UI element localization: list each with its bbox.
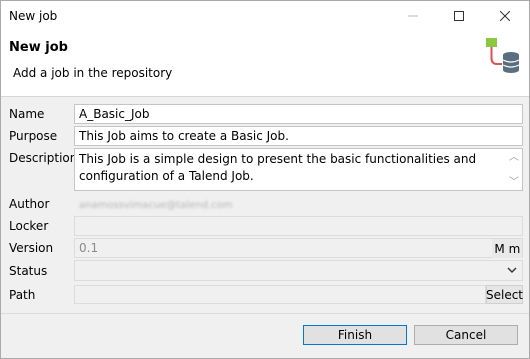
name-field[interactable]: A_Basic_Job <box>74 104 523 124</box>
author-label: Author <box>9 197 50 211</box>
path-field <box>74 285 486 304</box>
author-value: anamossvimacue@talend.com <box>79 200 233 211</box>
scroll-down-icon[interactable]: ﹀ <box>508 176 520 188</box>
version-field: 0.1 M m <box>74 238 523 258</box>
locker-label: Locker <box>9 219 49 233</box>
select-path-button[interactable]: Select <box>486 285 523 304</box>
purpose-value: This Job aims to create a Basic Job. <box>79 129 289 143</box>
description-value: This Job is a simple design to present t… <box>79 152 477 183</box>
description-textarea[interactable]: This Job is a simple design to present t… <box>74 148 523 191</box>
title-bar: New job <box>1 1 529 31</box>
chevron-down-icon[interactable] <box>505 263 519 277</box>
purpose-label: Purpose <box>9 129 58 143</box>
description-label: Description <box>9 151 78 165</box>
minimize-button[interactable] <box>390 1 436 31</box>
window-title: New job <box>9 9 58 23</box>
close-icon <box>500 11 510 21</box>
maximize-icon <box>454 11 464 21</box>
scroll-up-icon[interactable]: ︿ <box>508 151 520 163</box>
close-button[interactable] <box>482 1 528 31</box>
status-select[interactable] <box>74 260 523 281</box>
name-label: Name <box>9 107 45 121</box>
job-repository-icon <box>486 38 520 73</box>
finish-button[interactable]: Finish <box>303 325 407 345</box>
name-value: A_Basic_Job <box>79 107 150 121</box>
header-description: Add a job in the repository <box>13 66 173 80</box>
maximize-button[interactable] <box>436 1 482 31</box>
version-value: 0.1 <box>79 241 99 255</box>
status-label: Status <box>9 264 48 278</box>
version-label: Version <box>9 241 54 255</box>
purpose-field[interactable]: This Job aims to create a Basic Job. <box>74 126 523 146</box>
new-job-dialog: New job New job Add a job in the reposit… <box>0 0 530 359</box>
author-field: anamossvimacue@talend.com <box>74 194 523 214</box>
footer-divider <box>1 313 529 314</box>
cancel-button[interactable]: Cancel <box>414 325 518 345</box>
minor-version-button[interactable]: m <box>507 239 522 258</box>
locker-field <box>74 216 523 236</box>
path-label: Path <box>9 288 36 302</box>
dialog-header: New job Add a job in the repository <box>1 31 529 97</box>
major-version-button[interactable]: M <box>492 239 507 258</box>
minimize-icon <box>408 15 418 17</box>
header-title: New job <box>9 40 68 55</box>
